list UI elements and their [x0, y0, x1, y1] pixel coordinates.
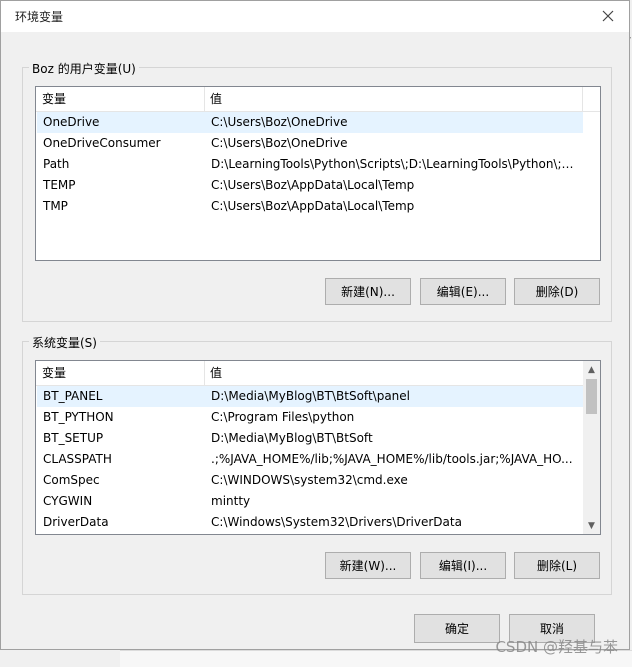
variable-value-cell: C:\Users\Boz\OneDrive [211, 136, 348, 150]
variable-name-cell: DriverData [43, 515, 109, 529]
variable-name-cell: OneDrive [43, 115, 100, 129]
variable-value-cell: D:\LearningTools\Python\Scripts\;D:\Lear… [211, 157, 577, 171]
column-divider[interactable] [582, 87, 583, 111]
table-row[interactable]: TMP C:\Users\Boz\AppData\Local\Temp [37, 196, 583, 217]
table-row[interactable]: ComSpec C:\WINDOWS\system32\cmd.exe [37, 470, 583, 491]
column-header-value[interactable]: 值 [204, 87, 584, 111]
table-row[interactable]: BT_SETUP D:\Media\MyBlog\BT\BtSoft [37, 428, 583, 449]
close-button[interactable] [597, 5, 619, 27]
variable-value-cell: C:\Program Files\python [211, 410, 355, 424]
variable-value-cell: C:\Users\Boz\OneDrive [211, 115, 348, 129]
variable-value-cell: .;%JAVA_HOME%/lib;%JAVA_HOME%/lib/tools.… [211, 452, 573, 466]
table-row[interactable]: BT_PANEL D:\Media\MyBlog\BT\BtSoft\panel [37, 386, 583, 407]
title-bar: 环境变量 [1, 1, 629, 32]
environment-variables-dialog: 环境变量 Boz 的用户变量(U) 变量 值 OneDrive C:\Users\… [0, 0, 630, 650]
variable-value-cell: C:\WINDOWS\system32\cmd.exe [211, 473, 408, 487]
variable-value-cell: C:\Windows\System32\Drivers\DriverData [211, 515, 462, 529]
watermark: CSDN @羟基与苯 [495, 638, 618, 656]
table-row[interactable]: CYGWIN mintty [37, 491, 583, 512]
list-header: 变量 值 [36, 87, 600, 112]
variable-value-cell: C:\Users\Boz\AppData\Local\Temp [211, 199, 415, 213]
variable-value-cell: D:\Media\MyBlog\BT\BtSoft [211, 431, 373, 445]
user-edit-button[interactable]: 编辑(E)... [420, 278, 506, 305]
user-new-button[interactable]: 新建(N)... [325, 278, 411, 305]
system-edit-button[interactable]: 编辑(I)... [420, 552, 506, 579]
variable-name-cell: BT_PYTHON [43, 410, 114, 424]
scroll-up-arrow-icon[interactable]: ▲ [583, 361, 600, 378]
variable-value-cell: D:\Media\MyBlog\BT\BtSoft\panel [211, 389, 410, 403]
variable-value-cell: C:\Users\Boz\AppData\Local\Temp [211, 178, 415, 192]
variable-name-cell: CLASSPATH [43, 452, 112, 466]
variable-name-cell: Path [43, 157, 70, 171]
scroll-down-arrow-icon[interactable]: ▼ [583, 517, 600, 534]
list-header: 变量 值 [36, 361, 600, 386]
user-variables-label: Boz 的用户变量(U) [29, 60, 139, 77]
table-row[interactable]: BT_PYTHON C:\Program Files\python [37, 407, 583, 428]
dialog-title: 环境变量 [15, 10, 64, 24]
user-variables-list[interactable]: 变量 值 OneDrive C:\Users\Boz\OneDrive OneDri… [35, 86, 601, 261]
variable-name-cell: BT_PANEL [43, 389, 103, 403]
column-header-value[interactable]: 值 [204, 361, 584, 385]
variable-name-cell: ComSpec [43, 473, 100, 487]
scrollbar-thumb[interactable] [586, 379, 597, 414]
variable-name-cell: OneDriveConsumer [43, 136, 161, 150]
user-delete-button[interactable]: 删除(D) [514, 278, 600, 305]
table-row[interactable]: OneDrive C:\Users\Boz\OneDrive [37, 112, 583, 133]
table-row[interactable]: DriverData C:\Windows\System32\Drivers\Dr… [37, 512, 583, 533]
variable-name-cell: CYGWIN [43, 494, 93, 508]
system-variables-group: 系统变量(S) 变量 值 BT_PANEL D:\Media\MyBlog\BT\… [22, 334, 612, 595]
variable-name-cell: BT_SETUP [43, 431, 104, 445]
system-delete-button[interactable]: 删除(L) [514, 552, 600, 579]
user-variables-group: Boz 的用户变量(U) 变量 值 OneDrive C:\Users\Boz\O… [22, 60, 612, 322]
table-row[interactable]: TEMP C:\Users\Boz\AppData\Local\Temp [37, 175, 583, 196]
variable-name-cell: TEMP [43, 178, 76, 192]
table-row[interactable]: CLASSPATH .;%JAVA_HOME%/lib;%JAVA_HOME%/l… [37, 449, 583, 470]
system-new-button[interactable]: 新建(W)... [325, 552, 411, 579]
variable-name-cell: TMP [43, 199, 68, 213]
variable-value-cell: mintty [211, 494, 251, 508]
table-row[interactable]: Path D:\LearningTools\Python\Scripts\;D:\… [37, 154, 583, 175]
system-variables-list[interactable]: 变量 值 BT_PANEL D:\Media\MyBlog\BT\BtSoft\p… [35, 360, 601, 535]
vertical-scrollbar[interactable]: ▲ ▼ [583, 361, 600, 534]
column-header-variable[interactable]: 变量 [36, 361, 204, 385]
system-variables-label: 系统变量(S) [29, 334, 100, 351]
close-icon [602, 10, 614, 22]
column-header-variable[interactable]: 变量 [36, 87, 204, 111]
ok-button[interactable]: 确定 [414, 614, 500, 643]
table-row[interactable]: OneDriveConsumer C:\Users\Boz\OneDrive [37, 133, 583, 154]
